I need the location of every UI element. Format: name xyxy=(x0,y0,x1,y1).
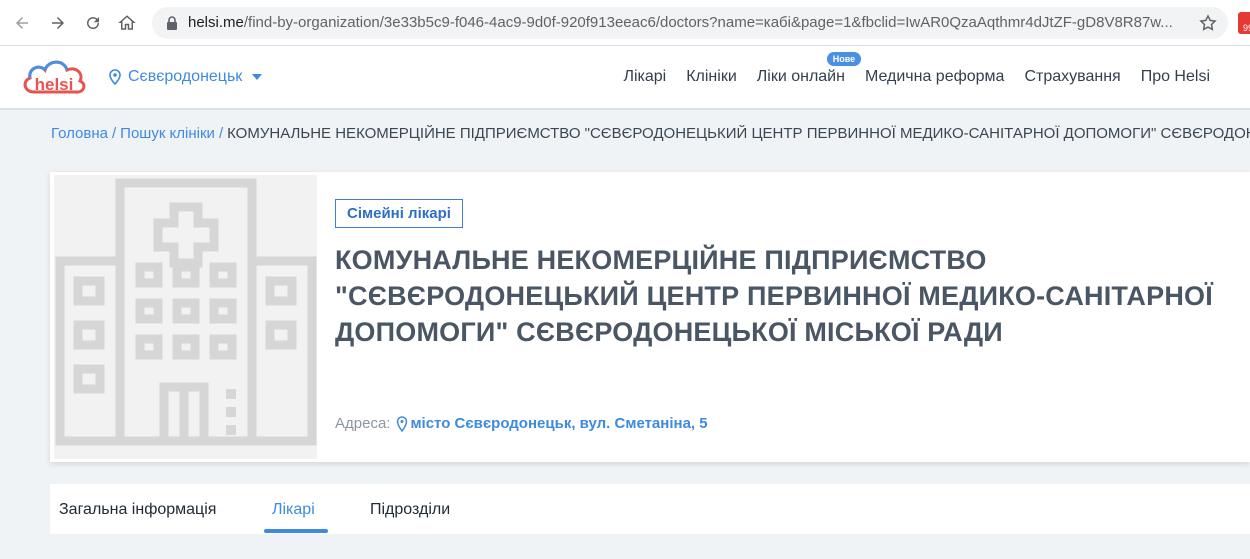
forward-button[interactable] xyxy=(46,11,70,35)
nav-item-about[interactable]: Про Helsi xyxy=(1141,68,1210,86)
chevron-down-icon xyxy=(252,74,263,80)
nav-item-medicines-online[interactable]: Ліки онлайн Нове xyxy=(756,52,862,86)
active-tab-indicator xyxy=(264,529,328,533)
address-value: місто Сєвєродонецьк, вул. Сметаніна, 5 xyxy=(410,415,708,432)
tab-doctors[interactable]: Лікарі xyxy=(272,501,315,519)
home-icon xyxy=(118,15,136,30)
arrow-right-icon xyxy=(52,17,64,29)
hospital-building-icon xyxy=(55,178,317,446)
address-label: Адреса: xyxy=(335,415,391,432)
location-pin-icon xyxy=(397,415,408,432)
url-text: helsi.me/find-by-organization/3e33b5c9-f… xyxy=(188,14,1178,31)
breadcrumb-separator: / xyxy=(218,125,224,142)
address-bar[interactable]: helsi.me/find-by-organization/3e33b5c9-f… xyxy=(152,7,1228,39)
logo-text: helsi xyxy=(35,75,74,94)
breadcrumb: Головна / Пошук клініки / КОМУНАЛЬНЕ НЕКОМЕР… xyxy=(51,125,1250,142)
address-link[interactable]: місто Сєвєродонецьк, вул. Сметаніна, 5 xyxy=(396,415,708,432)
extension-badge: 99 xyxy=(1242,23,1250,33)
url-domain: helsi.me xyxy=(188,14,244,31)
star-icon[interactable] xyxy=(1198,13,1218,33)
clinic-title: КОМУНАЛЬНЕ НЕКОМЕРЦІЙНЕ ПІДПРИЄМСТВО "СЄ… xyxy=(335,245,1213,347)
reload-button[interactable] xyxy=(81,11,105,35)
breadcrumb-separator: / xyxy=(112,125,117,142)
new-badge: Нове xyxy=(826,52,862,66)
main-nav: Лікарі Клініки Ліки онлайн Нове Медична … xyxy=(623,52,1210,86)
nav-item-doctors[interactable]: Лікарі xyxy=(623,68,666,86)
breadcrumb-search[interactable]: Пошук клініки xyxy=(120,125,215,142)
city-selector[interactable]: Сєвєродонецьк xyxy=(108,66,263,88)
site-header: helsi Сєвєродонецьк Лікарі Клініки Ліки … xyxy=(0,46,1250,110)
clinic-card: Сімейні лікарі КОМУНАЛЬНЕ НЕКОМЕРЦІЙНЕ П… xyxy=(50,172,1250,462)
nav-item-medical-reform[interactable]: Медична реформа xyxy=(865,68,1005,86)
breadcrumb-home[interactable]: Головна xyxy=(51,125,108,142)
nav-item-label: Ліки онлайн xyxy=(756,68,845,85)
clinic-image xyxy=(54,175,317,459)
helsi-logo[interactable]: helsi xyxy=(20,54,88,102)
nav-item-insurance[interactable]: Страхування xyxy=(1024,68,1120,86)
arrow-left-icon xyxy=(16,17,28,29)
reload-icon xyxy=(87,17,100,30)
back-button[interactable] xyxy=(10,11,34,35)
extension-icon[interactable]: 99 xyxy=(1238,12,1250,34)
url-path: /find-by-organization/3e33b5c9-f046-4ac9… xyxy=(243,14,1173,31)
browser-toolbar: helsi.me/find-by-organization/3e33b5c9-f… xyxy=(0,0,1250,46)
nav-item-clinics[interactable]: Клініки xyxy=(686,68,737,86)
tab-general-info[interactable]: Загальна інформація xyxy=(59,501,216,519)
location-pin-icon xyxy=(109,69,121,85)
home-button[interactable] xyxy=(115,11,139,35)
category-tag[interactable]: Сімейні лікарі xyxy=(335,199,463,228)
clinic-address: Адреса: місто Сєвєродонецьк, вул. Сметан… xyxy=(335,415,708,432)
breadcrumb-current: КОМУНАЛЬНЕ НЕКОМЕРЦІЙНЕ ПІДПРИЄМСТВО "СЄ… xyxy=(227,125,1250,142)
lock-icon xyxy=(167,16,177,30)
clinic-tabs: Загальна інформація Лікарі Підрозділи xyxy=(50,484,1250,534)
city-name: Сєвєродонецьк xyxy=(128,68,243,85)
tab-departments[interactable]: Підрозділи xyxy=(370,501,450,519)
